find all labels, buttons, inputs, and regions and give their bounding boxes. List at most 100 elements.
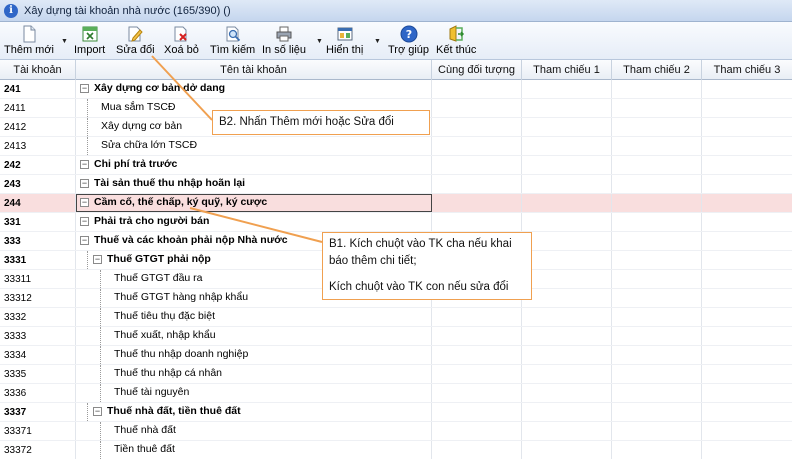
account-name-cell[interactable]: − Phải trả cho người bán bbox=[76, 213, 432, 231]
account-code-cell[interactable]: 3336 bbox=[0, 384, 76, 402]
collapse-toggle-icon[interactable]: − bbox=[80, 217, 89, 226]
ref3-cell[interactable] bbox=[702, 137, 792, 155]
ref3-cell[interactable] bbox=[702, 384, 792, 402]
ref3-cell[interactable] bbox=[702, 251, 792, 269]
import-button[interactable]: Import bbox=[74, 24, 105, 58]
ref2-cell[interactable] bbox=[612, 441, 702, 459]
print-button[interactable]: In số liệu bbox=[262, 24, 306, 58]
help-button[interactable]: ? Trợ giúp bbox=[388, 24, 429, 58]
ref1-cell[interactable] bbox=[522, 308, 612, 326]
same-object-cell[interactable] bbox=[432, 422, 522, 440]
collapse-toggle-icon[interactable]: − bbox=[80, 179, 89, 188]
ref2-cell[interactable] bbox=[612, 213, 702, 231]
ref3-cell[interactable] bbox=[702, 346, 792, 364]
account-code-cell[interactable]: 2411 bbox=[0, 99, 76, 117]
ref2-cell[interactable] bbox=[612, 346, 702, 364]
account-name-cell[interactable]: − Tài sản thuế thu nhập hoãn lại bbox=[76, 175, 432, 193]
account-name-cell[interactable]: Sửa chữa lớn TSCĐ bbox=[76, 137, 432, 155]
ref3-cell[interactable] bbox=[702, 118, 792, 136]
collapse-toggle-icon[interactable]: − bbox=[80, 160, 89, 169]
table-row[interactable]: 3336 Thuế tài nguyên bbox=[0, 384, 792, 403]
same-object-cell[interactable] bbox=[432, 99, 522, 117]
account-code-cell[interactable]: 3334 bbox=[0, 346, 76, 364]
column-header-ref2[interactable]: Tham chiếu 2 bbox=[612, 60, 702, 80]
ref2-cell[interactable] bbox=[612, 327, 702, 345]
account-name-cell[interactable]: Thuế tiêu thụ đặc biệt bbox=[76, 308, 432, 326]
ref1-cell[interactable] bbox=[522, 118, 612, 136]
collapse-toggle-icon[interactable]: − bbox=[93, 255, 102, 264]
ref2-cell[interactable] bbox=[612, 232, 702, 250]
account-code-cell[interactable]: 243 bbox=[0, 175, 76, 193]
ref2-cell[interactable] bbox=[612, 175, 702, 193]
ref3-cell[interactable] bbox=[702, 327, 792, 345]
table-row[interactable]: 3335 Thuế thu nhập cá nhân bbox=[0, 365, 792, 384]
ref2-cell[interactable] bbox=[612, 118, 702, 136]
delete-button[interactable]: Xoá bỏ bbox=[164, 24, 199, 58]
ref1-cell[interactable] bbox=[522, 175, 612, 193]
table-row[interactable]: 33371 Thuế nhà đất bbox=[0, 422, 792, 441]
table-row[interactable]: 241− Xây dựng cơ bản dở dang bbox=[0, 80, 792, 99]
ref1-cell[interactable] bbox=[522, 422, 612, 440]
ref1-cell[interactable] bbox=[522, 289, 612, 307]
exit-button[interactable]: Kết thúc bbox=[436, 24, 476, 58]
search-button[interactable]: Tìm kiếm bbox=[210, 24, 255, 58]
table-row[interactable]: 244− Cầm cố, thế chấp, ký quỹ, ký cược bbox=[0, 194, 792, 213]
account-code-cell[interactable]: 244 bbox=[0, 194, 76, 212]
new-dropdown-arrow[interactable]: ▼ bbox=[61, 38, 68, 45]
table-row[interactable]: 3334 Thuế thu nhập doanh nghiệp bbox=[0, 346, 792, 365]
account-code-cell[interactable]: 242 bbox=[0, 156, 76, 174]
ref3-cell[interactable] bbox=[702, 308, 792, 326]
column-header-account-name[interactable]: Tên tài khoản bbox=[76, 60, 432, 80]
ref1-cell[interactable] bbox=[522, 270, 612, 288]
account-name-cell[interactable]: − Xây dựng cơ bản dở dang bbox=[76, 80, 432, 98]
ref3-cell[interactable] bbox=[702, 156, 792, 174]
same-object-cell[interactable] bbox=[432, 194, 522, 212]
ref3-cell[interactable] bbox=[702, 289, 792, 307]
ref2-cell[interactable] bbox=[612, 156, 702, 174]
table-row[interactable]: 3333 Thuế xuất, nhập khẩu bbox=[0, 327, 792, 346]
account-name-cell[interactable]: − Thuế nhà đất, tiền thuê đất bbox=[76, 403, 432, 421]
ref3-cell[interactable] bbox=[702, 441, 792, 459]
same-object-cell[interactable] bbox=[432, 403, 522, 421]
account-code-cell[interactable]: 3335 bbox=[0, 365, 76, 383]
ref1-cell[interactable] bbox=[522, 137, 612, 155]
column-header-same-object[interactable]: Cùng đối tượng bbox=[432, 60, 522, 80]
ref2-cell[interactable] bbox=[612, 194, 702, 212]
account-code-cell[interactable]: 2412 bbox=[0, 118, 76, 136]
ref1-cell[interactable] bbox=[522, 403, 612, 421]
ref1-cell[interactable] bbox=[522, 346, 612, 364]
same-object-cell[interactable] bbox=[432, 365, 522, 383]
same-object-cell[interactable] bbox=[432, 384, 522, 402]
table-row[interactable]: 2413 Sửa chữa lớn TSCĐ bbox=[0, 137, 792, 156]
account-code-cell[interactable]: 33372 bbox=[0, 441, 76, 459]
ref3-cell[interactable] bbox=[702, 270, 792, 288]
ref3-cell[interactable] bbox=[702, 213, 792, 231]
table-row[interactable]: 3332 Thuế tiêu thụ đặc biệt bbox=[0, 308, 792, 327]
collapse-toggle-icon[interactable]: − bbox=[80, 198, 89, 207]
account-name-cell[interactable]: Tiền thuê đất bbox=[76, 441, 432, 459]
account-name-cell[interactable]: Thuế xuất, nhập khẩu bbox=[76, 327, 432, 345]
account-code-cell[interactable]: 241 bbox=[0, 80, 76, 98]
ref3-cell[interactable] bbox=[702, 422, 792, 440]
column-header-ref3[interactable]: Tham chiếu 3 bbox=[702, 60, 792, 80]
edit-button[interactable]: Sửa đổi bbox=[116, 24, 155, 58]
column-header-account[interactable]: Tài khoản bbox=[0, 60, 76, 80]
ref2-cell[interactable] bbox=[612, 137, 702, 155]
account-code-cell[interactable]: 333 bbox=[0, 232, 76, 250]
account-code-cell[interactable]: 33312 bbox=[0, 289, 76, 307]
ref1-cell[interactable] bbox=[522, 99, 612, 117]
new-button[interactable]: Thêm mới bbox=[4, 24, 54, 58]
ref2-cell[interactable] bbox=[612, 251, 702, 269]
account-name-cell[interactable]: Thuế nhà đất bbox=[76, 422, 432, 440]
account-code-cell[interactable]: 3332 bbox=[0, 308, 76, 326]
table-row[interactable]: 242− Chi phí trả trước bbox=[0, 156, 792, 175]
same-object-cell[interactable] bbox=[432, 137, 522, 155]
ref1-cell[interactable] bbox=[522, 384, 612, 402]
ref1-cell[interactable] bbox=[522, 80, 612, 98]
same-object-cell[interactable] bbox=[432, 175, 522, 193]
ref1-cell[interactable] bbox=[522, 156, 612, 174]
same-object-cell[interactable] bbox=[432, 441, 522, 459]
ref3-cell[interactable] bbox=[702, 232, 792, 250]
ref2-cell[interactable] bbox=[612, 270, 702, 288]
ref1-cell[interactable] bbox=[522, 232, 612, 250]
